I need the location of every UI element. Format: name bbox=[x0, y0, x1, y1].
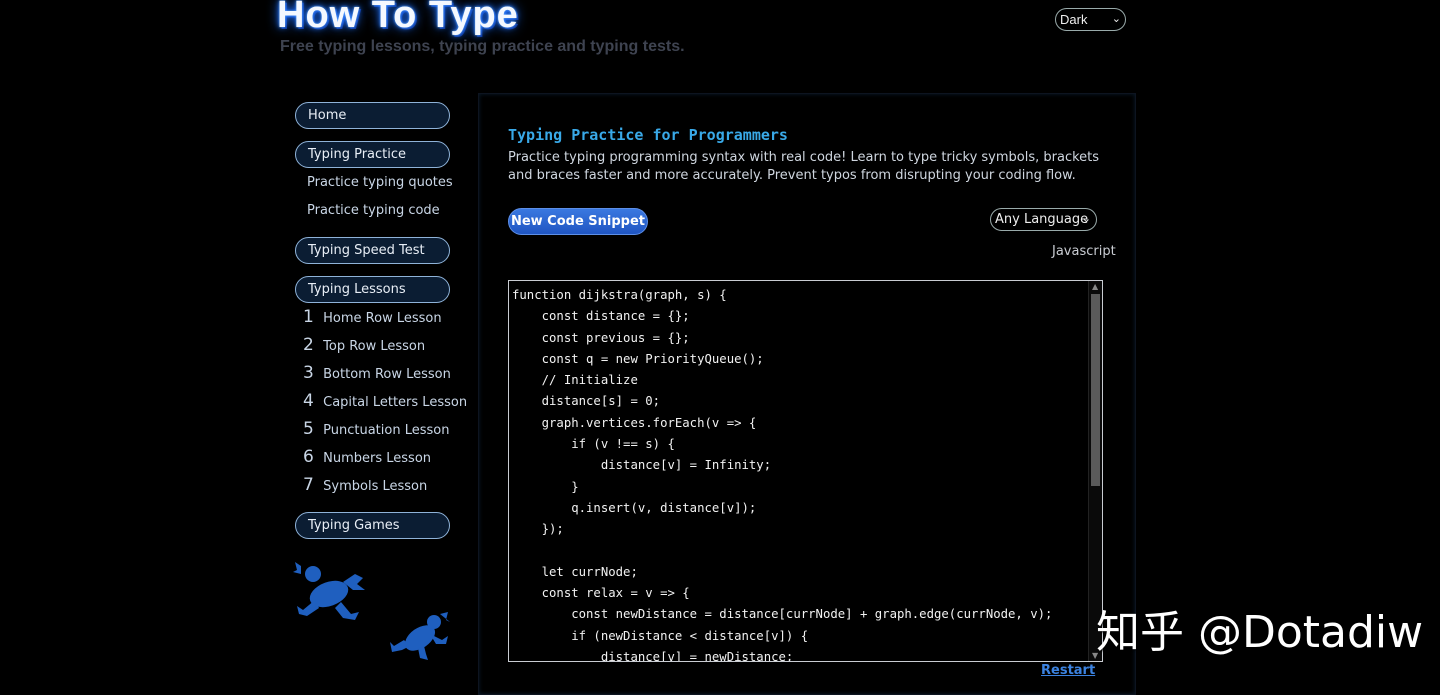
restart-link[interactable]: Restart bbox=[1041, 663, 1095, 678]
lesson-label: Capital Letters Lesson bbox=[323, 395, 468, 410]
lesson-number: 6 bbox=[303, 447, 314, 467]
nav-home[interactable]: Home bbox=[295, 102, 450, 129]
new-code-snippet-button[interactable]: New Code Snippet bbox=[508, 208, 648, 235]
lesson-link[interactable]: 5 Punctuation Lesson bbox=[303, 419, 449, 439]
page-description: Practice typing programming syntax with … bbox=[508, 150, 1100, 183]
lesson-link[interactable]: 1 Home Row Lesson bbox=[303, 307, 442, 327]
lesson-number: 5 bbox=[303, 419, 314, 439]
nav-typing-games[interactable]: Typing Games bbox=[295, 512, 450, 539]
lesson-number: 7 bbox=[303, 475, 314, 495]
scrollbar-thumb[interactable] bbox=[1091, 294, 1100, 486]
lesson-link[interactable]: 2 Top Row Lesson bbox=[303, 335, 425, 355]
scroll-up-arrow-icon[interactable]: ▲ bbox=[1092, 282, 1098, 291]
nav-practice-quotes[interactable]: Practice typing quotes bbox=[307, 175, 453, 190]
lesson-link[interactable]: 7 Symbols Lesson bbox=[303, 475, 427, 495]
frog-icon bbox=[390, 612, 450, 660]
lesson-number: 1 bbox=[303, 307, 314, 327]
lesson-label: Top Row Lesson bbox=[323, 339, 426, 354]
chevron-down-icon: ⌄ bbox=[1111, 13, 1121, 25]
lesson-label: Symbols Lesson bbox=[323, 479, 428, 494]
theme-select-value: Dark bbox=[1060, 12, 1088, 27]
lesson-number: 3 bbox=[303, 363, 314, 383]
current-language-label: Javascript bbox=[1052, 244, 1116, 259]
language-select-value: Any Language bbox=[995, 212, 1089, 227]
code-snippet: function dijkstra(graph, s) { const dist… bbox=[512, 288, 1053, 662]
watermark: 知乎 @Dotadiw bbox=[1096, 607, 1424, 658]
nav-typing-practice[interactable]: Typing Practice bbox=[295, 141, 450, 168]
site-tagline: Free typing lessons, typing practice and… bbox=[280, 38, 685, 55]
nav-practice-code[interactable]: Practice typing code bbox=[307, 203, 440, 218]
frog-icon bbox=[293, 562, 365, 620]
theme-select[interactable]: Dark ⌄ bbox=[1055, 8, 1126, 31]
lesson-label: Home Row Lesson bbox=[323, 311, 442, 326]
code-typing-area[interactable]: function dijkstra(graph, s) { const dist… bbox=[508, 280, 1103, 662]
lesson-number: 4 bbox=[303, 391, 314, 411]
lesson-label: Punctuation Lesson bbox=[323, 423, 450, 438]
chevron-down-icon: ⌄ bbox=[1081, 212, 1091, 225]
lesson-label: Numbers Lesson bbox=[323, 451, 432, 466]
lesson-label: Bottom Row Lesson bbox=[323, 367, 451, 382]
lesson-link[interactable]: 4 Capital Letters Lesson bbox=[303, 391, 467, 411]
nav-typing-lessons[interactable]: Typing Lessons bbox=[295, 276, 450, 303]
page-title: Typing Practice for Programmers bbox=[508, 126, 788, 144]
site-logo[interactable]: How To Type bbox=[277, 0, 519, 37]
nav-typing-speed-test[interactable]: Typing Speed Test bbox=[295, 237, 450, 264]
lesson-number: 2 bbox=[303, 335, 314, 355]
language-select[interactable]: Any Language ⌄ bbox=[990, 208, 1097, 231]
lesson-link[interactable]: 6 Numbers Lesson bbox=[303, 447, 431, 467]
lesson-link[interactable]: 3 Bottom Row Lesson bbox=[303, 363, 451, 383]
